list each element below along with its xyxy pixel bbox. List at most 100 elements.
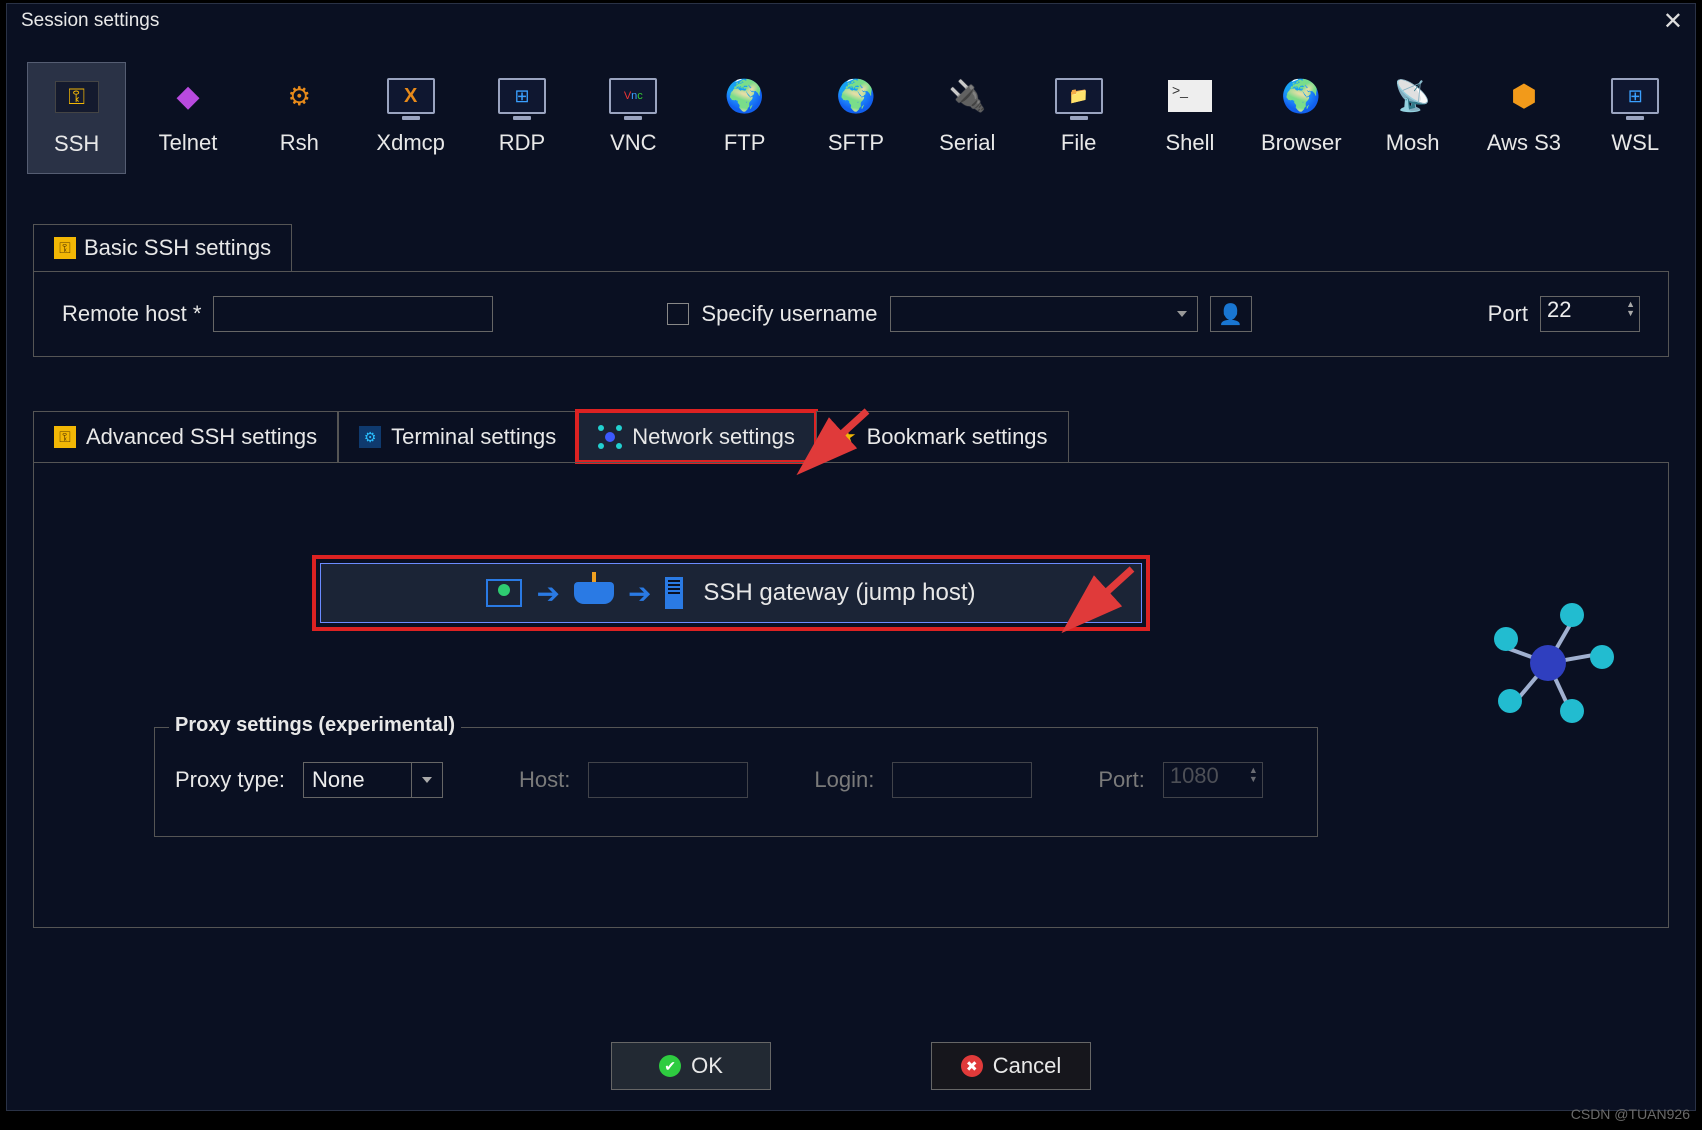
specify-username-label: Specify username — [701, 301, 877, 327]
proxy-login-input — [892, 762, 1032, 798]
label: Basic SSH settings — [84, 235, 271, 261]
basic-ssh-box: Remote host * Specify username 👤 Port 22… — [33, 271, 1669, 357]
titlebar: Session settings ✕ — [7, 4, 1695, 38]
proxy-type-value: None — [312, 767, 365, 793]
user-picker-button[interactable]: 👤 — [1210, 296, 1252, 332]
proxy-host-input — [588, 762, 748, 798]
label: Xdmcp — [376, 130, 444, 156]
tab-bookmark[interactable]: ★ Bookmark settings — [816, 411, 1069, 462]
gears-icon: ⚙ — [269, 72, 329, 120]
remote-host-input[interactable] — [213, 296, 493, 332]
ssh-gateway-button[interactable]: ➔ ➔ SSH gateway (jump host) — [320, 563, 1142, 623]
basic-ssh-tab: ⚿ Basic SSH settings — [33, 224, 292, 271]
proxy-type-select[interactable]: None — [303, 762, 443, 798]
session-type-sftp[interactable]: 🌍 SFTP — [806, 62, 905, 174]
key-icon: ⚿ — [47, 73, 107, 121]
globe-blue-icon: 🌍 — [1271, 72, 1331, 120]
label: Network settings — [632, 424, 795, 450]
label: Shell — [1166, 130, 1215, 156]
label: Cancel — [993, 1053, 1061, 1079]
proxy-login-label: Login: — [814, 767, 874, 793]
username-combo[interactable] — [890, 296, 1198, 332]
label: SSH gateway (jump host) — [703, 579, 975, 607]
star-icon: ★ — [837, 424, 857, 450]
tab-network[interactable]: Network settings — [577, 411, 816, 462]
shell-terminal-icon: >_ — [1160, 72, 1220, 120]
satellite-icon: 📡 — [1383, 72, 1443, 120]
wsl-monitor-icon: ⊞ — [1605, 72, 1665, 120]
label: Serial — [939, 130, 995, 156]
session-type-wsl[interactable]: ⊞ WSL — [1586, 62, 1685, 174]
subtab-row: ⚿ Advanced SSH settings ⚙ Terminal setti… — [33, 411, 1669, 462]
session-type-mosh[interactable]: 📡 Mosh — [1363, 62, 1462, 174]
label: Bookmark settings — [867, 424, 1048, 450]
label: RDP — [499, 130, 545, 156]
globe-orange-icon: 🌍 — [826, 72, 886, 120]
label: FTP — [724, 130, 766, 156]
key-icon: ⚿ — [54, 426, 76, 448]
session-settings-window: Session settings ✕ ⚿ SSH ◆ Telnet ⚙ Rsh … — [6, 3, 1696, 1111]
session-type-rsh[interactable]: ⚙ Rsh — [250, 62, 349, 174]
window-title: Session settings — [21, 10, 159, 32]
session-type-vnc[interactable]: Vnc VNC — [584, 62, 683, 174]
session-type-shell[interactable]: >_ Shell — [1140, 62, 1239, 174]
basic-ssh-panel: ⚿ Basic SSH settings Remote host * Speci… — [33, 224, 1669, 357]
stepper-arrows-icon[interactable]: ▲▼ — [1626, 300, 1635, 318]
proxy-type-label: Proxy type: — [175, 767, 285, 793]
specify-username-checkbox[interactable] — [667, 303, 689, 325]
aws-cubes-icon: ⬢ — [1494, 72, 1554, 120]
tab-advanced-ssh[interactable]: ⚿ Advanced SSH settings — [33, 411, 338, 462]
gateway-highlight: ➔ ➔ SSH gateway (jump host) — [312, 555, 1150, 631]
session-type-rdp[interactable]: ⊞ RDP — [472, 62, 571, 174]
label: WSL — [1611, 130, 1659, 156]
dialog-button-row: ✔ OK ✖ Cancel — [7, 1042, 1695, 1090]
proxy-settings-fieldset: Proxy settings (experimental) Proxy type… — [154, 727, 1318, 837]
session-type-browser[interactable]: 🌍 Browser — [1252, 62, 1351, 174]
gem-icon: ◆ — [158, 72, 218, 120]
session-type-ssh[interactable]: ⚿ SSH — [27, 62, 126, 174]
port-value: 22 — [1547, 297, 1571, 322]
session-type-xdmcp[interactable]: X Xdmcp — [361, 62, 460, 174]
label: SFTP — [828, 130, 884, 156]
key-icon: ⚿ — [54, 237, 76, 259]
terminal-gears-icon: ⚙ — [359, 426, 381, 448]
label: Advanced SSH settings — [86, 424, 317, 450]
globe-green-icon: 🌍 — [715, 72, 775, 120]
port-input[interactable]: 22 ▲▼ — [1540, 296, 1640, 332]
close-icon[interactable]: ✕ — [1663, 7, 1683, 36]
watermark: CSDN @TUAN926 — [1571, 1106, 1690, 1122]
session-type-ftp[interactable]: 🌍 FTP — [695, 62, 794, 174]
x-circle-icon: ✖ — [961, 1055, 983, 1077]
cancel-button[interactable]: ✖ Cancel — [931, 1042, 1091, 1090]
stepper-arrows-icon: ▲▼ — [1249, 766, 1258, 784]
rdp-monitor-icon: ⊞ — [492, 72, 552, 120]
proxy-host-label: Host: — [519, 767, 570, 793]
label: Browser — [1261, 130, 1342, 156]
ok-button[interactable]: ✔ OK — [611, 1042, 771, 1090]
session-type-strip: ⚿ SSH ◆ Telnet ⚙ Rsh X Xdmcp ⊞ RDP Vnc V… — [7, 38, 1695, 184]
session-type-telnet[interactable]: ◆ Telnet — [138, 62, 237, 174]
label: Terminal settings — [391, 424, 556, 450]
session-type-serial[interactable]: 🔌 Serial — [918, 62, 1017, 174]
file-monitor-icon: 📁 — [1049, 72, 1109, 120]
label: VNC — [610, 130, 656, 156]
label: SSH — [54, 131, 99, 157]
x-monitor-icon: X — [381, 72, 441, 120]
proxy-port-input: 1080 ▲▼ — [1163, 762, 1263, 798]
user-key-icon: 👤 — [1218, 302, 1243, 327]
port-label: Port — [1488, 301, 1528, 327]
label: Aws S3 — [1487, 130, 1561, 156]
session-type-aws-s3[interactable]: ⬢ Aws S3 — [1474, 62, 1573, 174]
proxy-port-value: 1080 — [1170, 763, 1219, 788]
label: Telnet — [159, 130, 218, 156]
vnc-monitor-icon: Vnc — [603, 72, 663, 120]
proxy-legend: Proxy settings (experimental) — [169, 714, 461, 737]
label: Mosh — [1386, 130, 1440, 156]
label: Rsh — [280, 130, 319, 156]
label: File — [1061, 130, 1096, 156]
gateway-chain-icon: ➔ ➔ — [486, 577, 683, 610]
proxy-port-label: Port: — [1098, 767, 1144, 793]
serial-plug-icon: 🔌 — [937, 72, 997, 120]
tab-terminal[interactable]: ⚙ Terminal settings — [338, 411, 577, 462]
session-type-file[interactable]: 📁 File — [1029, 62, 1128, 174]
